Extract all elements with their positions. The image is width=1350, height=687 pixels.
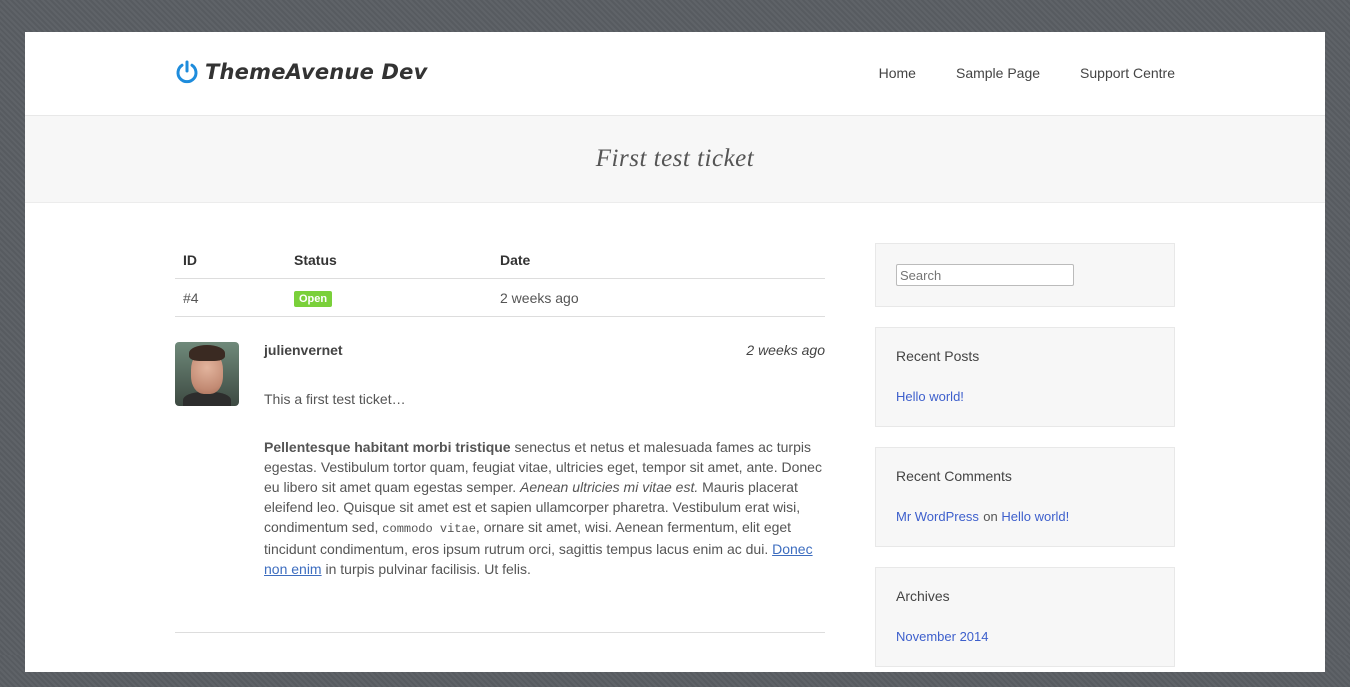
search-widget	[875, 243, 1175, 307]
ticket-reply: julienvernet 2 weeks ago This a first te…	[175, 342, 825, 633]
sidebar: Recent Posts Hello world! Recent Comment…	[875, 243, 1175, 687]
column-header-date: Date	[492, 243, 825, 279]
ticket-content: ID Status Date #4 Open 2 weeks ago julie…	[175, 243, 825, 633]
comment-post-link[interactable]: Hello world!	[1001, 509, 1069, 524]
reply-intro: This a first test ticket…	[264, 391, 406, 407]
power-icon	[175, 60, 199, 84]
reply-text: This a first test ticket… Pellentesque h…	[264, 389, 825, 579]
comment-on-text: on	[983, 509, 1002, 524]
page-container: ThemeAvenue Dev Home Sample Page Support…	[25, 32, 1325, 672]
search-input[interactable]	[896, 264, 1074, 286]
main-nav: Home Sample Page Support Centre	[839, 65, 1175, 81]
site-title[interactable]: ThemeAvenue Dev	[205, 60, 428, 84]
reply-code-text: commodo vitae	[382, 522, 476, 536]
status-badge: Open	[294, 291, 333, 307]
ticket-table: ID Status Date #4 Open 2 weeks ago	[175, 243, 825, 317]
widget-title-recent-posts: Recent Posts	[896, 348, 980, 364]
widget-title-archives: Archives	[896, 588, 950, 604]
page-title: First test ticket	[595, 145, 755, 172]
recent-post-link[interactable]: Hello world!	[896, 389, 964, 404]
avatar	[175, 342, 239, 406]
nav-home[interactable]: Home	[879, 65, 916, 81]
reply-author: julienvernet	[264, 342, 343, 358]
reply-bold-text: Pellentesque habitant morbi tristique	[264, 439, 511, 455]
page-title-banner: First test ticket	[25, 116, 1325, 203]
site-header: ThemeAvenue Dev Home Sample Page Support…	[25, 32, 1325, 116]
table-row: #4 Open 2 weeks ago	[175, 278, 825, 317]
ticket-status-cell: Open	[286, 278, 492, 317]
table-header-row: ID Status Date	[175, 243, 825, 279]
nav-sample-page[interactable]: Sample Page	[956, 65, 1040, 81]
comment-author-link[interactable]: Mr WordPress	[896, 509, 979, 524]
column-header-status: Status	[286, 243, 492, 279]
archives-widget: Archives November 2014	[875, 567, 1175, 667]
nav-support-centre[interactable]: Support Centre	[1080, 65, 1175, 81]
reply-body: julienvernet 2 weeks ago This a first te…	[264, 342, 825, 607]
widget-title-recent-comments: Recent Comments	[896, 468, 1012, 484]
recent-comments-widget: Recent Comments Mr WordPress on Hello wo…	[875, 447, 1175, 547]
reply-paragraph: Pellentesque habitant morbi tristique se…	[264, 437, 825, 579]
column-header-id: ID	[175, 243, 286, 279]
archive-link[interactable]: November 2014	[896, 629, 989, 644]
ticket-id: #4	[175, 278, 286, 317]
site-logo[interactable]: ThemeAvenue Dev	[175, 60, 428, 84]
reply-italic-text: Aenean ultricies mi vitae est.	[520, 479, 699, 495]
reply-date: 2 weeks ago	[746, 342, 825, 358]
reply-text-part: in turpis pulvinar facilisis. Ut felis.	[321, 561, 531, 577]
ticket-date: 2 weeks ago	[492, 278, 825, 317]
recent-posts-widget: Recent Posts Hello world!	[875, 327, 1175, 427]
